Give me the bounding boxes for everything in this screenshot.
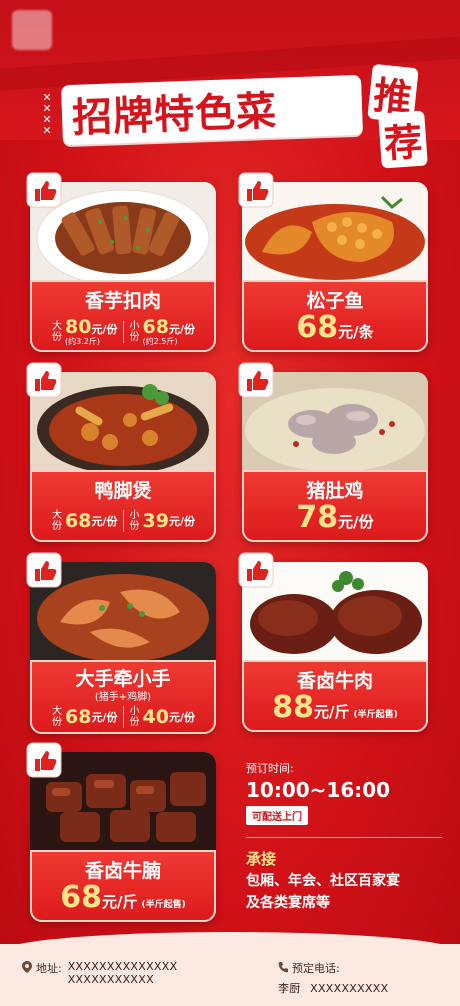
dish-name: 松子鱼 (306, 290, 364, 312)
service-title: 承接 (246, 850, 277, 868)
price-divider (122, 510, 124, 532)
page-title: 招牌特色菜 (71, 88, 278, 142)
service-line-1: 包厢、年会、社区百家宴 (246, 873, 400, 889)
address-block: 地址: XXXXXXXXXXXXXX XXXXXXXXXXX (22, 960, 232, 986)
small-price-value: 68 (142, 316, 169, 338)
large-portion-price: 大份 68 元/份 (51, 706, 117, 728)
large-price-unit: 元/份 (91, 515, 118, 528)
thumbs-up-icon (26, 362, 62, 398)
large-label: 大份 (52, 510, 63, 532)
small-portion-price: 小份 39 元/份 (129, 510, 195, 532)
price-row: 大份 80元/份 (约3.2斤) 小份 68元/份 (约2.5斤) (32, 316, 214, 347)
large-label: 大份 (52, 320, 63, 343)
logo-icon (12, 10, 52, 50)
dish-price: 78元/份 (244, 500, 426, 535)
dish-info-panel: 大手牵小手 (猪手+鸡脚) 大份 68 元/份 小份 40 元/份 (30, 660, 216, 734)
large-portion-price: 大份 80元/份 (约3.2斤) (51, 316, 117, 347)
dish-info-panel: 猪肚鸡 78元/份 (242, 470, 428, 542)
small-label: 小份 (129, 510, 140, 532)
price-value: 68 (60, 880, 103, 915)
thumbs-up-icon (238, 552, 274, 588)
delivery-badge: 可配送上门 (246, 806, 308, 825)
price-row: 大份 68 元/份 小份 39 元/份 (32, 510, 214, 532)
price-row: 大份 68 元/份 小份 40 元/份 (32, 706, 214, 728)
small-label: 小份 (129, 320, 140, 343)
price-unit: 元/条 (338, 323, 374, 341)
booking-time: 10:00~16:00 (246, 778, 391, 802)
small-portion-price: 小份 68元/份 (约2.5斤) (129, 316, 195, 347)
small-price-unit: 元/份 (168, 711, 195, 724)
large-portion-price: 大份 68 元/份 (51, 510, 117, 532)
dish-name: 猪肚鸡 (306, 480, 364, 502)
dish-name: 鸭脚煲 (94, 480, 152, 502)
dish-name: 香芋扣肉 (84, 290, 161, 312)
address-line-2: XXXXXXXXXXX (67, 973, 154, 986)
small-price-value: 40 (142, 706, 169, 728)
thumbs-up-icon (26, 552, 62, 588)
dish-info-panel: 松子鱼 68元/条 (242, 280, 428, 352)
dish-info-panel: 香卤牛肉 88元/斤 (半斤起售) (242, 660, 428, 732)
dish-price: 68元/条 (244, 310, 426, 345)
thumbs-up-icon (26, 172, 62, 208)
large-weight: (约3.2斤) (65, 337, 100, 346)
service-line-2: 及各类宴席等 (246, 895, 330, 911)
footer-wave (0, 932, 460, 952)
recommend-tag: 推 荐 (366, 63, 436, 169)
small-label: 小份 (129, 706, 140, 728)
location-pin-icon (22, 961, 32, 973)
booking-info: 预订时间: 10:00~16:00 可配送上门 承接 包厢、年会、社区百家宴 及… (246, 760, 446, 913)
dish-info-panel: 香芋扣肉 大份 80元/份 (约3.2斤) 小份 68元/份 (约2.5斤) (30, 280, 216, 352)
phone-icon (278, 962, 288, 973)
dish-note: (猪手+鸡脚) (94, 692, 152, 703)
large-label: 大份 (52, 706, 63, 728)
small-portion-price: 小份 40 元/份 (129, 706, 195, 728)
small-price-unit: 元/份 (168, 515, 195, 528)
phone-number[interactable]: XXXXXXXXXX (310, 982, 388, 995)
menu-poster: ✕ ✕ ✕ ✕ 招牌特色菜 推 荐 香芋扣肉 大份 80元/份 (约3.2斤) … (0, 0, 460, 1006)
dish-price: 68元/斤 (半斤起售) (32, 880, 214, 915)
price-unit: 元/份 (338, 513, 374, 531)
price-note: (半斤起售) (141, 900, 186, 910)
large-price-value: 80 (65, 316, 92, 338)
thumbs-up-icon (238, 362, 274, 398)
address-label: 地址: (36, 962, 62, 975)
address-line-1: XXXXXXXXXXXXXX (67, 960, 178, 973)
footer: 地址: XXXXXXXXXXXXXX XXXXXXXXXXX 预定电话: 李厨 … (0, 932, 460, 1006)
dish-name: 香卤牛肉 (296, 670, 373, 692)
price-value: 78 (296, 500, 339, 535)
small-price-unit: 元/份 (168, 323, 195, 336)
phone-contact-name: 李厨 (278, 982, 301, 995)
thumbs-up-icon (26, 742, 62, 778)
large-price-unit: 元/份 (91, 711, 118, 724)
price-note: (半斤起售) (353, 710, 398, 720)
phone-label: 预定电话: (292, 962, 340, 975)
price-unit: 元/斤 (314, 703, 350, 721)
dish-price: 88元/斤 (半斤起售) (244, 690, 426, 725)
dish-info-panel: 鸭脚煲 大份 68 元/份 小份 39 元/份 (30, 470, 216, 542)
booking-time-label: 预订时间: (246, 762, 294, 775)
large-price-value: 68 (65, 510, 92, 532)
dish-name: 大手牵小手 (75, 668, 171, 690)
phone-block: 预定电话: 李厨 XXXXXXXXXX (278, 960, 458, 996)
recommend-char-2: 荐 (378, 110, 428, 169)
x-pattern-decoration: ✕ ✕ ✕ ✕ (42, 91, 52, 137)
price-divider (122, 320, 124, 343)
price-value: 88 (272, 690, 315, 725)
price-value: 68 (296, 310, 339, 345)
large-price-value: 68 (65, 706, 92, 728)
price-unit: 元/斤 (102, 893, 138, 911)
small-price-value: 39 (142, 510, 169, 532)
large-price-unit: 元/份 (91, 323, 118, 336)
price-divider (122, 706, 124, 728)
dish-name: 香卤牛腩 (84, 860, 161, 882)
title-block: ✕ ✕ ✕ ✕ 招牌特色菜 推 荐 (36, 63, 436, 169)
dish-info-panel: 香卤牛腩 68元/斤 (半斤起售) (30, 850, 216, 922)
thumbs-up-icon (238, 172, 274, 208)
divider (246, 837, 442, 838)
small-weight: (约2.5斤) (142, 337, 178, 346)
